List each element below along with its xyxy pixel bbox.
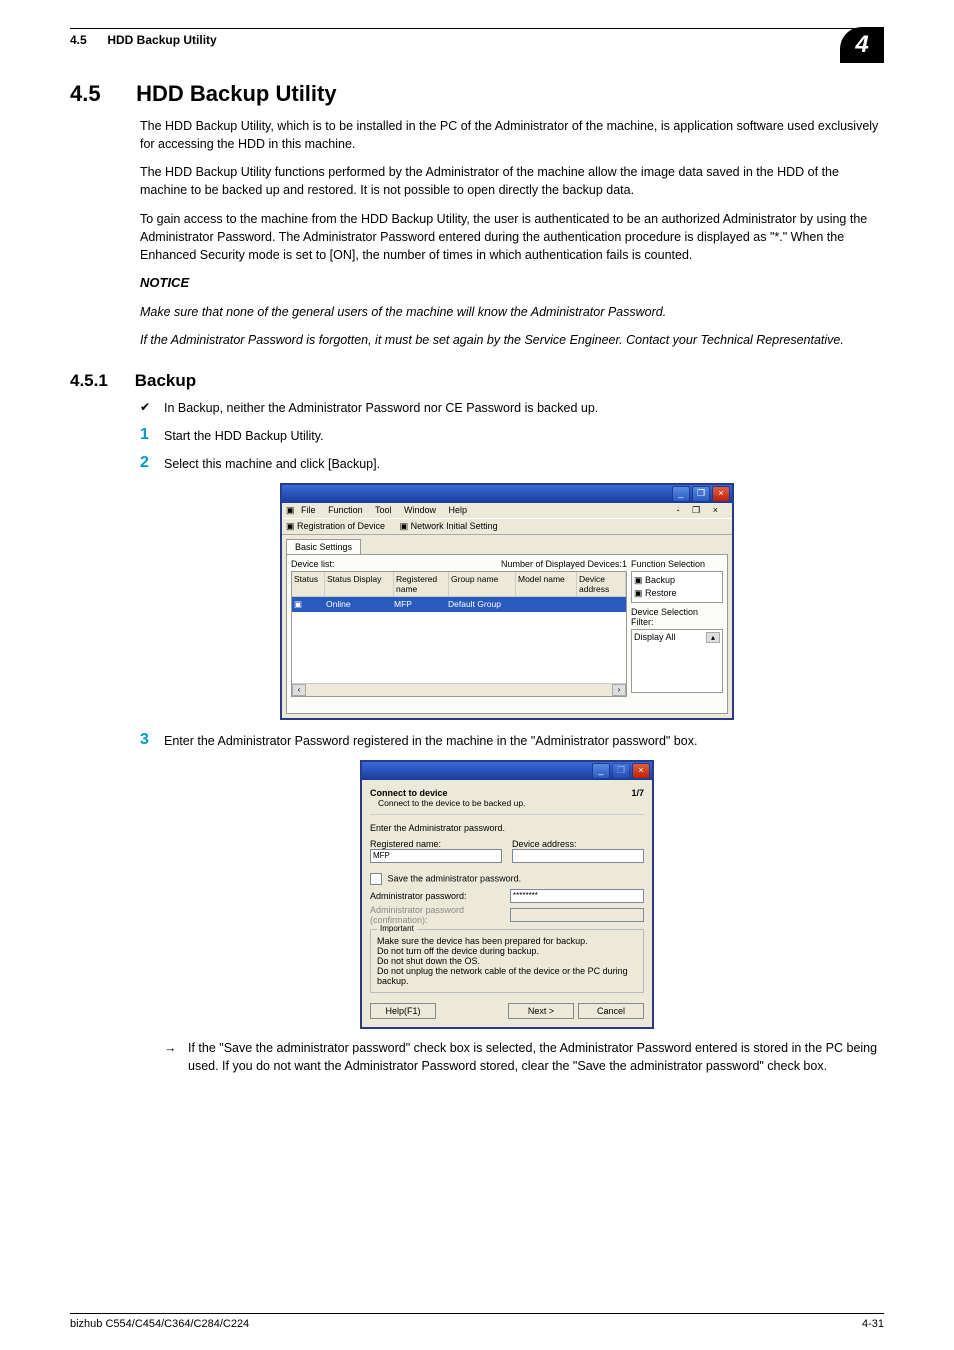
filter-select[interactable]: Display All ▴	[631, 629, 723, 693]
menu-tool[interactable]: Tool	[375, 505, 392, 515]
step-3: 3 Enter the Administrator Password regis…	[140, 732, 884, 748]
backup-utility-window: _ ❐ × ▣ File Function Tool Window Help -…	[280, 483, 734, 720]
running-header: 4.5 HDD Backup Utility 4	[70, 28, 884, 63]
notice-label: NOTICE	[140, 274, 884, 293]
next-button[interactable]: Next >	[508, 1003, 574, 1019]
scroll-right-icon[interactable]: ›	[612, 684, 626, 696]
function-restore[interactable]: ▣ Restore	[634, 587, 720, 600]
table-row[interactable]: ▣ Online MFP Default Group	[292, 597, 626, 612]
save-password-checkbox[interactable]	[370, 873, 382, 885]
running-header-num: 4.5	[70, 33, 104, 47]
chapter-tab: 4	[840, 27, 884, 63]
scroll-left-icon[interactable]: ‹	[292, 684, 306, 696]
registered-name-field[interactable]: MFP	[370, 849, 502, 863]
toolbar-network[interactable]: ▣ Network Initial Setting	[400, 521, 504, 531]
function-selection-label: Function Selection	[631, 559, 723, 569]
important-group: Important Make sure the device has been …	[370, 929, 644, 993]
status-icon: ▣	[292, 597, 324, 612]
close-button[interactable]: ×	[712, 486, 730, 502]
bullet-1: In Backup, neither the Administrator Pas…	[140, 399, 884, 417]
window-titlebar: _ ❐ ×	[282, 485, 732, 503]
important-text-3: Do not shut down the OS.	[377, 956, 637, 966]
menu-window[interactable]: Window	[404, 505, 436, 515]
device-table[interactable]: Status Status Display Registered name Gr…	[291, 571, 627, 697]
mdi-restore-button[interactable]: ❐	[692, 505, 700, 515]
footer-page: 4-31	[862, 1318, 884, 1330]
device-list-label: Device list:	[291, 559, 335, 569]
minimize-button[interactable]: _	[592, 763, 610, 779]
step-number: 3	[140, 732, 164, 748]
enter-password-label: Enter the Administrator password.	[370, 823, 644, 833]
device-count-label: Number of Displayed Devices:1	[501, 559, 627, 569]
help-button[interactable]: Help(F1)	[370, 1003, 436, 1019]
admin-password-confirm-field	[510, 908, 644, 922]
minimize-button[interactable]: _	[672, 486, 690, 502]
subsection-title: Backup	[135, 371, 196, 390]
function-backup[interactable]: ▣ Backup	[634, 574, 720, 587]
menu-file[interactable]: File	[301, 505, 316, 515]
menu-function[interactable]: Function	[328, 505, 363, 515]
section-para-1: The HDD Backup Utility, which is to be i…	[140, 117, 884, 153]
important-text-2: Do not turn off the device during backup…	[377, 946, 637, 956]
important-label: Important	[377, 924, 417, 933]
dialog-title: Connect to device	[370, 788, 525, 798]
step-1: 1 Start the HDD Backup Utility.	[140, 427, 884, 443]
close-button[interactable]: ×	[632, 763, 650, 779]
subsection-number: 4.5.1	[70, 371, 130, 391]
table-header: Status Status Display Registered name Gr…	[292, 572, 626, 597]
step-number: 1	[140, 427, 164, 443]
toolbar: ▣ Registration of Device ▣ Network Initi…	[282, 518, 732, 535]
save-password-label: Save the administrator password.	[388, 873, 522, 883]
horizontal-scrollbar[interactable]: ‹ ›	[292, 683, 626, 696]
footer-model: bizhub C554/C454/C364/C284/C224	[70, 1318, 249, 1330]
mdi-close-button[interactable]: ×	[713, 505, 718, 515]
section-para-2: The HDD Backup Utility functions perform…	[140, 163, 884, 199]
device-address-field[interactable]	[512, 849, 644, 863]
step-number: 2	[140, 455, 164, 471]
important-text-1: Make sure the device has been prepared f…	[377, 936, 637, 946]
section-number: 4.5	[70, 81, 130, 107]
maximize-button[interactable]: ❐	[692, 486, 710, 502]
cancel-button[interactable]: Cancel	[578, 1003, 644, 1019]
section-para-3: To gain access to the machine from the H…	[140, 210, 884, 264]
step-2: 2 Select this machine and click [Backup]…	[140, 455, 884, 471]
device-address-label: Device address:	[512, 839, 644, 849]
mdi-icon: ▣	[286, 505, 295, 515]
admin-password-field[interactable]: ********	[510, 889, 644, 903]
filter-label: Device Selection Filter:	[631, 607, 723, 627]
tab-basic-settings[interactable]: Basic Settings	[286, 539, 361, 554]
notice-text-1: Make sure that none of the general users…	[140, 303, 884, 321]
chevron-up-icon[interactable]: ▴	[706, 632, 720, 643]
function-selection-list[interactable]: ▣ Backup ▣ Restore	[631, 571, 723, 603]
wizard-page-indicator: 1/7	[631, 788, 644, 798]
section-title: HDD Backup Utility	[136, 81, 336, 106]
maximize-button: ❐	[612, 763, 630, 779]
menu-bar: ▣ File Function Tool Window Help - ❐ ×	[282, 503, 732, 518]
tab-strip: Basic Settings	[282, 535, 732, 554]
connect-dialog: _ ❐ × Connect to device Connect to the d…	[360, 760, 654, 1029]
running-header-title: HDD Backup Utility	[107, 33, 216, 47]
section-heading: 4.5 HDD Backup Utility	[70, 81, 884, 107]
menu-help[interactable]: Help	[449, 505, 468, 515]
dialog-subtitle: Connect to the device to be backed up.	[378, 798, 525, 808]
important-text-4: Do not unplug the network cable of the d…	[377, 966, 637, 986]
admin-password-label: Administrator password:	[370, 891, 510, 901]
window-titlebar: _ ❐ ×	[362, 762, 652, 780]
mdi-minimize-button[interactable]: -	[677, 505, 680, 515]
notice-text-2: If the Administrator Password is forgott…	[140, 331, 884, 349]
page-footer: bizhub C554/C454/C364/C284/C224 4-31	[70, 1313, 884, 1330]
toolbar-registration[interactable]: ▣ Registration of Device	[286, 521, 391, 531]
registered-name-label: Registered name:	[370, 839, 502, 849]
step-3-note: If the "Save the administrator password"…	[164, 1039, 884, 1075]
admin-password-confirm-label: Administrator password (confirmation):	[370, 905, 510, 925]
subsection-heading: 4.5.1 Backup	[70, 371, 884, 391]
